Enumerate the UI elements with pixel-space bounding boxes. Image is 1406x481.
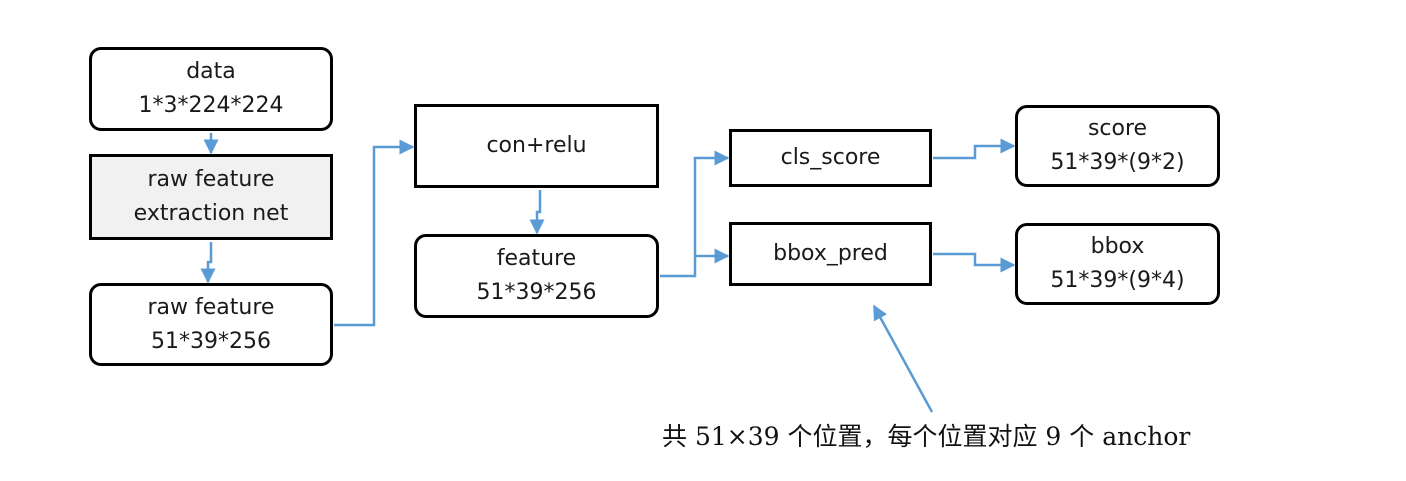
arrow-cls-score-to-score <box>933 138 1016 160</box>
feature-shape: 51*39*256 <box>476 280 597 305</box>
data-node-shape: 1*3*224*224 <box>138 93 284 118</box>
bbox-label: bbox <box>1090 234 1145 259</box>
bbox-node: bbox 51*39*(9*4) <box>1015 223 1220 305</box>
raw-net-label-line-1: raw feature <box>147 167 275 192</box>
raw-feature-node: raw feature 51*39*256 <box>89 283 333 366</box>
feature-node: feature 51*39*256 <box>414 234 659 318</box>
annotation-pointer-arrow <box>872 304 934 413</box>
data-node-label: data <box>186 59 236 84</box>
conv-relu-node: con+relu <box>414 104 659 188</box>
cls-score-label: cls_score <box>780 145 881 170</box>
raw-feature-extraction-net-node: raw feature extraction net <box>89 154 333 240</box>
raw-feature-label: raw feature <box>147 294 275 320</box>
arrow-raw-net-to-raw-feature <box>200 242 216 284</box>
conv-relu-label: con+relu <box>486 133 587 158</box>
data-node: data 1*3*224*224 <box>89 47 333 131</box>
score-node: score 51*39*(9*2) <box>1015 105 1220 187</box>
arrow-conv-to-feature <box>529 190 545 235</box>
arrow-raw-feature-to-conv <box>334 139 415 327</box>
score-shape: 51*39*(9*2) <box>1050 150 1185 175</box>
score-label: score <box>1087 116 1148 141</box>
feature-label: feature <box>496 246 577 271</box>
arrow-bbox-pred-to-bbox <box>933 252 1016 273</box>
anchor-annotation-text: 共 51×39 个位置，每个位置对应 9 个 anchor <box>662 422 1191 451</box>
bbox-pred-label: bbox_pred <box>773 241 888 266</box>
cls-score-node: cls_score <box>729 129 932 187</box>
bbox-shape: 51*39*(9*4) <box>1050 268 1185 293</box>
raw-net-label-line-2: extraction net <box>133 201 289 226</box>
bbox-pred-node: bbox_pred <box>729 222 932 286</box>
raw-feature-shape: 51*39*256 <box>151 328 271 354</box>
arrow-feature-to-cls-score <box>660 150 730 278</box>
